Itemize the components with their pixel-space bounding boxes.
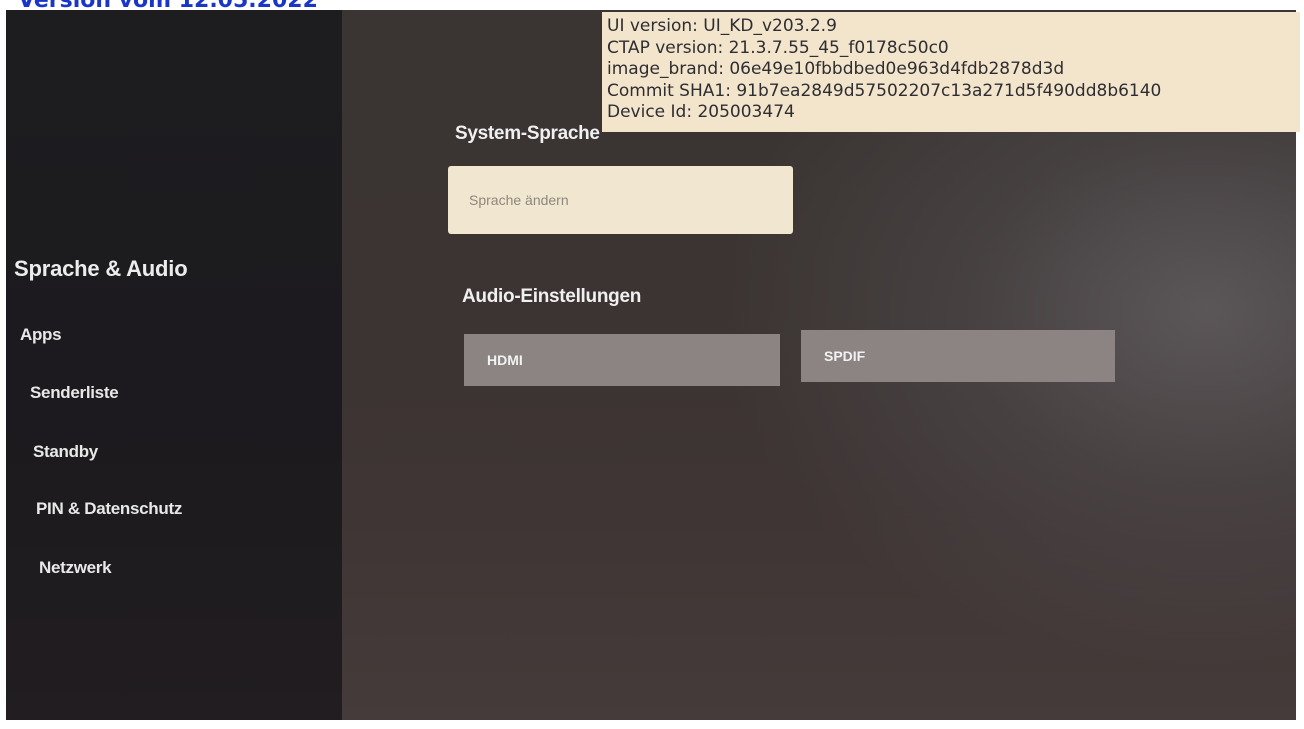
system-language-title: System-Sprache bbox=[455, 123, 600, 144]
sidebar-item-standby[interactable]: Standby bbox=[33, 442, 98, 462]
change-language-button[interactable]: Sprache ändern bbox=[448, 166, 793, 234]
settings-sidebar: Sprache & Audio Apps Senderliste Standby… bbox=[6, 10, 342, 720]
sidebar-item-senderliste[interactable]: Senderliste bbox=[30, 383, 119, 403]
change-language-label: Sprache ändern bbox=[469, 192, 569, 208]
spdif-button[interactable]: SPDIF bbox=[801, 330, 1115, 382]
audio-settings-title: Audio-Einstellungen bbox=[462, 286, 642, 307]
hdmi-button[interactable]: HDMI bbox=[464, 334, 780, 386]
image-brand-text: image_brand: 06e49e10fbbdbed0e963d4fdb28… bbox=[607, 59, 1065, 79]
sidebar-item-apps[interactable]: Apps bbox=[20, 325, 62, 345]
page: Version vom 12.05.2022 Sprache & Audio A… bbox=[0, 0, 1304, 729]
device-id-text: Device Id: 205003474 bbox=[607, 102, 795, 122]
spdif-label: SPDIF bbox=[824, 348, 866, 364]
version-info-overlay: UI version: UI_KD_v203.2.9 CTAP version:… bbox=[602, 12, 1300, 132]
sidebar-item-netzwerk[interactable]: Netzwerk bbox=[39, 558, 112, 578]
hdmi-label: HDMI bbox=[487, 352, 523, 368]
ui-version-text: UI version: UI_KD_v203.2.9 bbox=[607, 16, 837, 36]
sidebar-header-sprache-audio[interactable]: Sprache & Audio bbox=[14, 256, 188, 282]
sidebar-item-pin-datenschutz[interactable]: PIN & Datenschutz bbox=[36, 499, 182, 519]
commit-sha-text: Commit SHA1: 91b7ea2849d57502207c13a271d… bbox=[607, 80, 1162, 101]
ctap-version-text: CTAP version: 21.3.7.55_45_f0178c50c0 bbox=[607, 37, 949, 58]
